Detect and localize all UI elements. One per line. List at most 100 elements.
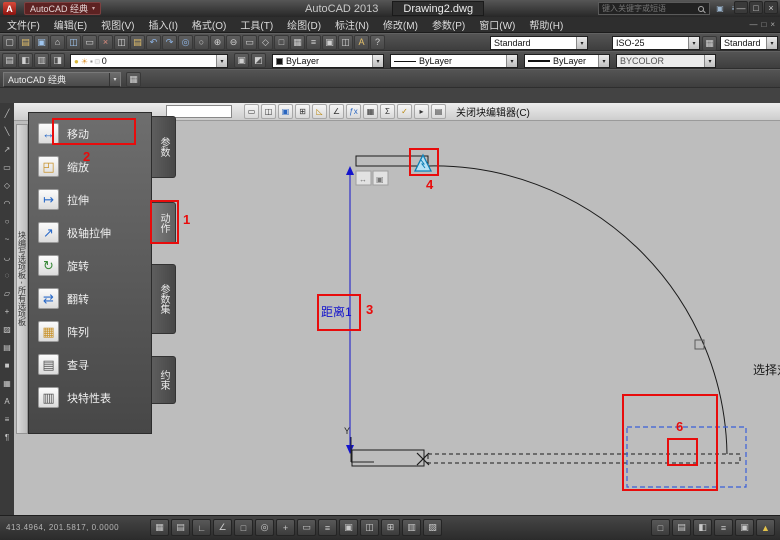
maximize-button[interactable]: □ [749, 1, 763, 14]
draw-tool-icon[interactable]: ≡ [1, 412, 13, 427]
toolbar-icon[interactable]: ○ [194, 34, 209, 50]
status-toggle-button[interactable]: ▦ [150, 519, 169, 536]
draw-tool-icon[interactable]: A [1, 394, 13, 409]
toolbar-icon[interactable]: ▢ [2, 34, 17, 50]
status-right-button[interactable]: ▲ [756, 519, 775, 536]
status-right-button[interactable]: ≡ [714, 519, 733, 536]
palette-item[interactable]: ◰ 缩放 [29, 150, 151, 183]
help-search-input[interactable] [599, 4, 698, 13]
palette-tab[interactable]: 参数 [152, 116, 176, 178]
layer-tool-icon[interactable]: ◨ [50, 52, 65, 68]
color-combo[interactable]: ByLayer ▾ [272, 54, 384, 68]
close-button[interactable]: × [764, 1, 778, 14]
toolbar-icon[interactable]: ↷ [162, 34, 177, 50]
block-editor-icon[interactable]: ⊞ [295, 104, 310, 119]
plot-style-combo[interactable]: BYCOLOR ▾ [616, 54, 716, 68]
status-toggle-button[interactable]: ∠ [213, 519, 232, 536]
menu-item[interactable]: 格式(O) [185, 17, 233, 33]
layer-tool-icon[interactable]: ◧ [18, 52, 33, 68]
block-editor-icon[interactable]: ◺ [312, 104, 327, 119]
toolbar-icon[interactable]: A [354, 34, 369, 50]
palette-item[interactable]: ↦ 拉伸 [29, 183, 151, 216]
table-style-combo[interactable]: Standard ▾ [720, 36, 778, 50]
palette-item[interactable]: ▤ 查寻 [29, 348, 151, 381]
palette-title-strip[interactable]: 块编写选项板 - 所有选项板 [16, 124, 28, 434]
menu-item[interactable]: 编辑(E) [47, 17, 94, 33]
status-toggle-button[interactable]: + [276, 519, 295, 536]
toolbar-icon[interactable]: ▤ [130, 34, 145, 50]
menu-item[interactable]: 参数(P) [425, 17, 472, 33]
menu-item[interactable]: 修改(M) [376, 17, 425, 33]
menu-item[interactable]: 工具(T) [233, 17, 280, 33]
draw-tool-icon[interactable]: ▭ [1, 160, 13, 175]
text-style-combo[interactable]: Standard ▾ [490, 36, 588, 50]
doc-restore-button[interactable]: □ [761, 20, 766, 29]
doc-close-button[interactable]: × [770, 20, 775, 29]
linetype-combo[interactable]: ByLayer ▾ [390, 54, 518, 68]
draw-tool-icon[interactable]: ▨ [1, 322, 13, 337]
draw-tool-icon[interactable]: ~ [1, 232, 13, 247]
draw-tool-icon[interactable]: ╲ [1, 124, 13, 139]
menu-item[interactable]: 插入(I) [141, 17, 184, 33]
palette-tab[interactable]: 参数集 [152, 264, 176, 334]
toolbar-icon[interactable]: ≡ [306, 34, 321, 50]
block-editor-icon[interactable]: Σ [380, 104, 395, 119]
minimize-button[interactable]: — [734, 1, 748, 14]
layer-tool-icon[interactable]: ▤ [2, 52, 17, 68]
menu-item[interactable]: 视图(V) [94, 17, 141, 33]
status-toggle-button[interactable]: □ [234, 519, 253, 536]
palette-item[interactable]: ▦ 阵列 [29, 315, 151, 348]
toolbar-icon[interactable]: ▦ [290, 34, 305, 50]
status-right-button[interactable]: ▤ [672, 519, 691, 536]
toolbar-icon[interactable]: ◫ [114, 34, 129, 50]
toolbar-icon[interactable]: ◫ [66, 34, 81, 50]
titlebar-mini-icon[interactable]: ▣ [714, 2, 726, 14]
menu-item[interactable]: 帮助(H) [522, 17, 570, 33]
draw-tool-icon[interactable]: ■ [1, 358, 13, 373]
block-editor-icon[interactable]: ƒx [346, 104, 361, 119]
palette-item[interactable]: ▥ 块特性表 [29, 381, 151, 414]
workspace-settings-icon[interactable]: ▦ [126, 72, 141, 87]
close-block-editor-button[interactable]: 关闭块编辑器(C) [456, 104, 530, 119]
toolbar-icon[interactable]: ▣ [322, 34, 337, 50]
help-search[interactable] [598, 2, 710, 15]
lineweight-combo[interactable]: ByLayer ▾ [524, 54, 610, 68]
layer-extra-icon[interactable]: ◩ [251, 53, 266, 68]
palette-tab[interactable]: 约束 [152, 356, 176, 404]
menu-item[interactable]: 窗口(W) [472, 17, 522, 33]
toolbar-icon[interactable]: ▭ [82, 34, 97, 50]
search-icon[interactable] [698, 5, 704, 12]
block-editor-icon[interactable]: ▭ [244, 104, 259, 119]
block-editor-icon[interactable]: ▦ [363, 104, 378, 119]
status-right-button[interactable]: □ [651, 519, 670, 536]
toolbar-icon[interactable]: ▣ [34, 34, 49, 50]
draw-tool-icon[interactable]: ╱ [1, 106, 13, 121]
menu-item[interactable]: 标注(N) [328, 17, 376, 33]
layer-combo[interactable]: ● ☀ ▪ ■ 0 ▾ [70, 54, 228, 68]
status-toggle-button[interactable]: ◎ [255, 519, 274, 536]
app-logo-icon[interactable]: A [3, 2, 16, 15]
status-toggle-button[interactable]: ◫ [360, 519, 379, 536]
status-right-button[interactable]: ▣ [735, 519, 754, 536]
toolbar-icon[interactable]: ◎ [178, 34, 193, 50]
toolbar-icon[interactable]: ▤ [18, 34, 33, 50]
draw-tool-icon[interactable]: ◌ [1, 268, 13, 283]
draw-tool-icon[interactable]: ¶ [1, 430, 13, 445]
block-editor-icon[interactable]: ▣ [278, 104, 293, 119]
block-editor-icon[interactable]: ▤ [431, 104, 446, 119]
workspace-combo[interactable]: AutoCAD 经典 ▾ [3, 72, 121, 87]
table-style-icon[interactable]: ▦ [702, 36, 717, 51]
dim-style-combo[interactable]: ISO-25 ▾ [612, 36, 700, 50]
draw-tool-icon[interactable]: ◡ [1, 250, 13, 265]
toolbar-icon[interactable]: ⌂ [50, 34, 65, 50]
doc-minimize-button[interactable]: — [749, 20, 757, 29]
toolbar-icon[interactable]: × [98, 34, 113, 50]
toolbar-icon[interactable]: ▭ [242, 34, 257, 50]
layer-extra-icon[interactable]: ▣ [234, 53, 249, 68]
toolbar-icon[interactable]: □ [274, 34, 289, 50]
toolbar-icon[interactable]: ◫ [338, 34, 353, 50]
palette-item[interactable]: ↻ 旋转 [29, 249, 151, 282]
block-editor-icon[interactable]: ◫ [261, 104, 276, 119]
palette-item[interactable]: ⇄ 翻转 [29, 282, 151, 315]
toolbar-icon[interactable]: ↶ [146, 34, 161, 50]
